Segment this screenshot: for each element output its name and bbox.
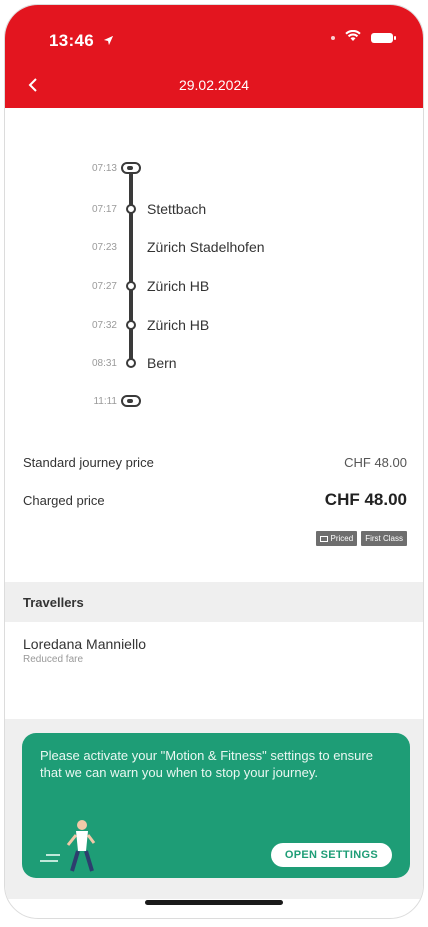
status-icons: [331, 29, 396, 47]
page-title: 29.02.2024: [178, 77, 250, 93]
stop-name: Zürich HB: [147, 317, 210, 333]
signal-icon: [331, 36, 335, 40]
wifi-icon: [345, 29, 361, 47]
stop-marker: [126, 204, 136, 214]
class-badge: First Class: [361, 531, 407, 546]
timeline-stop: 07:27 Zürich HB: [5, 274, 423, 298]
location-arrow-icon: [103, 31, 114, 51]
timeline-end: 11:11: [5, 389, 423, 413]
charged-price-row: Charged price CHF 48.00: [23, 481, 407, 519]
ticket-icon: [319, 535, 328, 542]
status-time-text: 13:46: [49, 31, 94, 50]
tag-label: Priced: [330, 534, 354, 543]
stop-marker: [126, 358, 136, 368]
journey-content: 07:13 07:17 Stettbach 07:23 Zürich Stade…: [5, 108, 423, 675]
app-header: 13:46 29.02.2024: [5, 5, 423, 108]
traveller-fare: Reduced fare: [23, 654, 84, 665]
stop-name: Zürich HB: [147, 278, 210, 294]
stop-name: Zürich Stadelhofen: [147, 239, 265, 255]
standard-price-row: Standard journey price CHF 48.00: [23, 443, 407, 481]
home-indicator[interactable]: [145, 900, 283, 905]
motion-settings-banner: Please activate your "Motion & Fitness" …: [22, 733, 410, 878]
travellers-header: Travellers: [5, 582, 423, 622]
stop-time: 07:32: [91, 319, 117, 331]
ticket-tags: Priced First Class: [23, 531, 407, 546]
traveller-item: Loredana Manniello Reduced fare: [5, 622, 423, 675]
stop-name: Bern: [147, 355, 177, 371]
stop-time: 08:31: [91, 357, 117, 369]
phone-screen: 13:46 29.02.2024 07:13 07:17 Stettbach 0…: [4, 4, 424, 919]
standard-price-value: CHF 48.00: [344, 454, 407, 470]
timeline-stop: 08:31 Bern: [5, 351, 423, 375]
stop-time: 07:17: [91, 203, 117, 215]
timeline-stop: 07:23 Zürich Stadelhofen: [5, 235, 423, 259]
check-out-icon: [121, 395, 141, 407]
stop-marker: [126, 320, 136, 330]
battery-icon: [371, 33, 396, 43]
price-section: Standard journey price CHF 48.00 Charged…: [5, 443, 423, 546]
tag-label: First Class: [365, 534, 403, 543]
stop-marker: [126, 281, 136, 291]
standard-price-label: Standard journey price: [23, 454, 154, 470]
end-time: 11:11: [93, 395, 117, 407]
check-in-icon: [121, 162, 141, 174]
walking-person-illustration: [36, 811, 116, 875]
status-time: 13:46: [49, 31, 114, 51]
status-badge: Priced: [315, 531, 358, 546]
journey-timeline: 07:13 07:17 Stettbach 07:23 Zürich Stade…: [5, 108, 423, 443]
open-settings-button[interactable]: OPEN SETTINGS: [270, 843, 392, 867]
traveller-name: Loredana Manniello: [23, 636, 146, 652]
banner-message: Please activate your "Motion & Fitness" …: [40, 748, 373, 780]
stop-time: 07:27: [91, 280, 117, 292]
timeline-stop: 07:17 Stettbach: [5, 197, 423, 221]
stop-name: Stettbach: [147, 201, 207, 217]
stop-time: 07:23: [91, 241, 117, 253]
start-time: 07:13: [91, 162, 117, 174]
charged-price-label: Charged price: [23, 492, 105, 508]
timeline-start: 07:13: [5, 156, 423, 180]
charged-price-value: CHF 48.00: [324, 490, 407, 509]
timeline-stop: 07:32 Zürich HB: [5, 313, 423, 337]
